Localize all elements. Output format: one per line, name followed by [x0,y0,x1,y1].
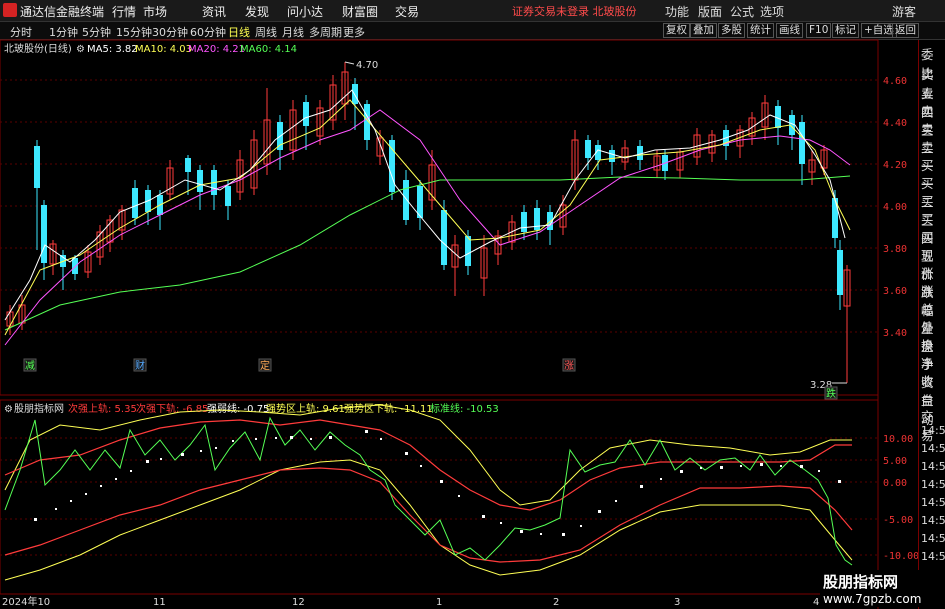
watermark-name: 股朋指标网 [823,573,899,591]
x-tick: 4 [813,597,819,608]
strong-zone-lower-line [4,459,853,581]
event-marker-rise[interactable]: 涨 [564,360,574,372]
watermark: 股朋指标网 www.7gpzb.com [820,570,925,607]
stock-title: 北玻股份(日线) [4,42,72,55]
x-tick: 11 [153,597,166,608]
event-marker-reduce[interactable]: 减 [25,360,35,372]
time-label: 14:56 [921,424,945,437]
y-tick: 4.60 [883,76,907,87]
x-tick: 1 [436,597,442,608]
strength-dots [34,430,841,536]
time-label: 14:56 [921,514,945,527]
second-strong-lower-line [4,467,853,563]
event-marker-fall[interactable]: 跌 [826,387,836,400]
main-y-axis: 4.60 4.40 4.20 4.00 3.80 3.60 3.40 [883,76,907,339]
settings-gear-icon[interactable]: ⚙ [76,44,85,55]
quote-panel: 委比 卖五 卖四 卖三 卖二 卖一 买一 买二 买三 买四 买五 现价 涨跌 涨… [918,40,945,609]
time-label: 14:56 [921,550,945,563]
y-tick: -10.00 [883,551,918,562]
event-marker-finance[interactable]: 财 [135,359,145,372]
x-tick: 3 [674,597,680,608]
y-tick: -5.00 [883,515,913,526]
main-pane-border [0,39,879,396]
y-tick: 5.00 [883,456,907,467]
watermark-url: www.7gpzb.com [823,592,922,606]
strong-zone-upper-line [4,404,852,506]
indicator-value: 强弱线: -0.75 [207,402,269,415]
main-legend: 北玻股份(日线) ⚙ MA5: 3.82 MA10: 4.03 MA20: 4.… [4,42,297,55]
x-tick: 2024年10 [2,595,50,608]
time-label: 14:56 [921,460,945,473]
indicator-value: 标准线: -10.53 [430,402,499,415]
y-tick: 10.00 [883,434,913,445]
y-tick: 3.60 [883,286,907,297]
indicator-value: 次强上轨: 5.35 [68,402,137,415]
ma20-label: MA20: 4.21 [188,44,245,55]
time-label: 14:56 [921,496,945,509]
y-tick: 4.40 [883,118,907,129]
time-label: 14:56 [921,442,945,455]
time-label: 14:56 [921,478,945,491]
ma60-line [4,175,851,331]
x-tick: 2 [553,597,559,608]
y-tick: 4.00 [883,202,907,213]
main-grid [0,79,878,333]
event-markers: 减 财 定 涨 跌 [23,358,838,400]
y-tick: 0.00 [883,478,907,489]
high-price-label: 4.70 [356,60,378,71]
x-axis: 2024年10 11 12 1 2 3 4 [2,595,819,608]
standard-line [4,416,853,566]
indicator-pane-border [0,399,879,595]
ma5-label: MA5: 3.82 [87,44,138,55]
x-tick: 12 [292,597,305,608]
indicator-legend: ⚙ 股朋指标网 次强上轨: 5.35 次强下轨: -6.85 强弱线: -0.7… [4,402,499,415]
ma10-label: MA10: 4.03 [135,44,192,55]
chart-canvas[interactable]: 北玻股份(日线) ⚙ MA5: 3.82 MA10: 4.03 MA20: 4.… [0,0,918,609]
y-tick: 4.20 [883,160,907,171]
ma60-label: MA60: 4.14 [240,44,297,55]
settings-gear-icon[interactable]: ⚙ [4,404,13,415]
indicator-grid [0,437,878,556]
ma5-line [4,89,846,321]
y-tick: 3.80 [883,244,907,255]
candlesticks [6,62,851,383]
time-label: 14:56 [921,532,945,545]
y-tick: 3.40 [883,328,907,339]
event-marker-fixed[interactable]: 定 [260,359,270,372]
indicator-y-axis: 10.00 5.00 0.00 -5.00 -10.00 [883,434,918,562]
indicator-name: 股朋指标网 [14,402,64,415]
